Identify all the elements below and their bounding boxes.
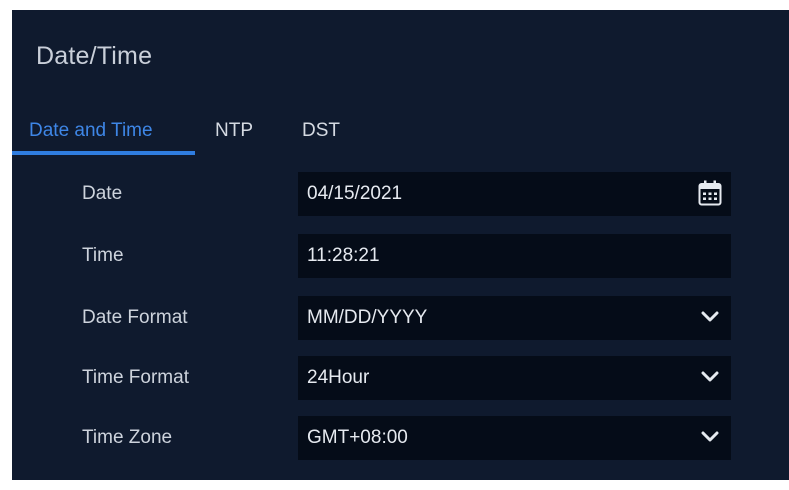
date-format-row: Date Format MM/DD/YYYY [12, 296, 789, 340]
active-tab-indicator [12, 151, 195, 155]
date-value: 04/15/2021 [307, 183, 403, 204]
chevron-down-icon[interactable] [701, 310, 719, 324]
time-label: Time [82, 245, 124, 266]
time-row: Time 11:28:21 [12, 234, 789, 278]
date-field[interactable]: 04/15/2021 [298, 172, 731, 216]
time-value: 11:28:21 [307, 245, 380, 266]
time-zone-row: Time Zone GMT+08:00 [12, 416, 789, 460]
date-label: Date [82, 183, 123, 204]
time-format-value: 24Hour [307, 367, 370, 388]
time-zone-select[interactable]: GMT+08:00 [298, 416, 731, 460]
date-time-panel: Date/Time Date and Time NTP DST Date 04/… [12, 10, 789, 480]
time-field[interactable]: 11:28:21 [298, 234, 731, 278]
date-format-select[interactable]: MM/DD/YYYY [298, 296, 731, 340]
tab-dst[interactable]: DST [302, 118, 340, 162]
date-row: Date 04/15/2021 [12, 172, 789, 216]
time-zone-label: Time Zone [82, 427, 173, 448]
date-format-value: MM/DD/YYYY [307, 307, 428, 328]
time-format-row: Time Format 24Hour [12, 356, 789, 400]
date-format-label: Date Format [82, 307, 188, 328]
tab-date-and-time[interactable]: Date and Time [29, 118, 153, 162]
tab-bar: Date and Time NTP DST [12, 118, 789, 162]
time-format-label: Time Format [82, 367, 189, 388]
chevron-down-icon[interactable] [701, 430, 719, 444]
page-title: Date/Time [36, 42, 153, 70]
chevron-down-icon[interactable] [701, 370, 719, 384]
calendar-icon[interactable] [698, 180, 722, 206]
tab-ntp[interactable]: NTP [215, 118, 253, 162]
time-zone-value: GMT+08:00 [307, 427, 408, 448]
time-format-select[interactable]: 24Hour [298, 356, 731, 400]
